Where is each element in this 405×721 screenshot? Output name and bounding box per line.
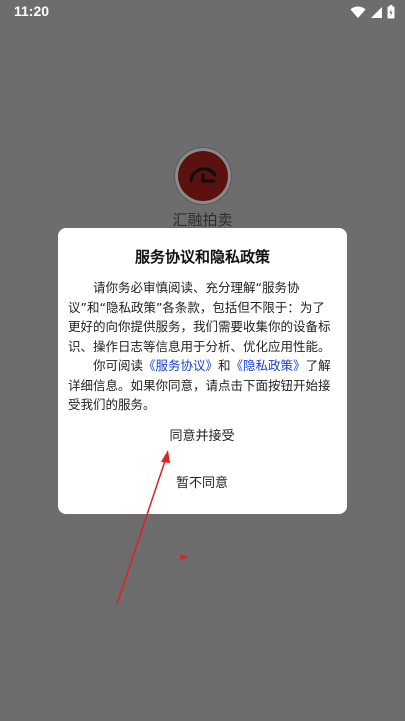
status-icons xyxy=(350,4,395,20)
dialog-body: 请你务必审慎阅读、充分理解“服务协议”和“隐私政策”各条款，包括但不限于：为了更… xyxy=(68,278,337,415)
privacy-policy-link[interactable]: 《隐私政策》 xyxy=(231,358,306,373)
app-logo-mark xyxy=(178,151,228,201)
paragraph-2-prefix: 你可阅读 xyxy=(93,358,144,373)
app-name: 汇融拍卖 xyxy=(172,211,233,229)
agree-button[interactable]: 同意并接受 xyxy=(142,426,262,448)
status-time: 11:20 xyxy=(14,3,50,19)
privacy-dialog: 服务协议和隐私政策 请你务必审慎阅读、充分理解“服务协议”和“隐私政策”各条款，… xyxy=(58,228,347,514)
dialog-paragraph-2: 你可阅读《服务协议》和《隐私政策》了解详细信息。如果你同意，请点击下面按钮开始接… xyxy=(68,356,337,415)
wifi-icon xyxy=(350,6,366,19)
dialog-paragraph-1: 请你务必审慎阅读、充分理解“服务协议”和“隐私政策”各条款，包括但不限于：为了更… xyxy=(68,280,331,354)
app-logo xyxy=(175,148,231,204)
paragraph-2-and: 和 xyxy=(218,358,231,373)
battery-icon xyxy=(387,5,395,19)
disagree-button[interactable]: 暂不同意 xyxy=(142,473,262,495)
service-agreement-link[interactable]: 《服务协议》 xyxy=(143,358,218,373)
annotation-mark xyxy=(180,554,188,560)
status-bar: 11:20 xyxy=(0,0,405,24)
dialog-title: 服务协议和隐私政策 xyxy=(134,248,270,266)
signal-icon xyxy=(370,6,383,19)
gauge-icon xyxy=(189,167,217,183)
